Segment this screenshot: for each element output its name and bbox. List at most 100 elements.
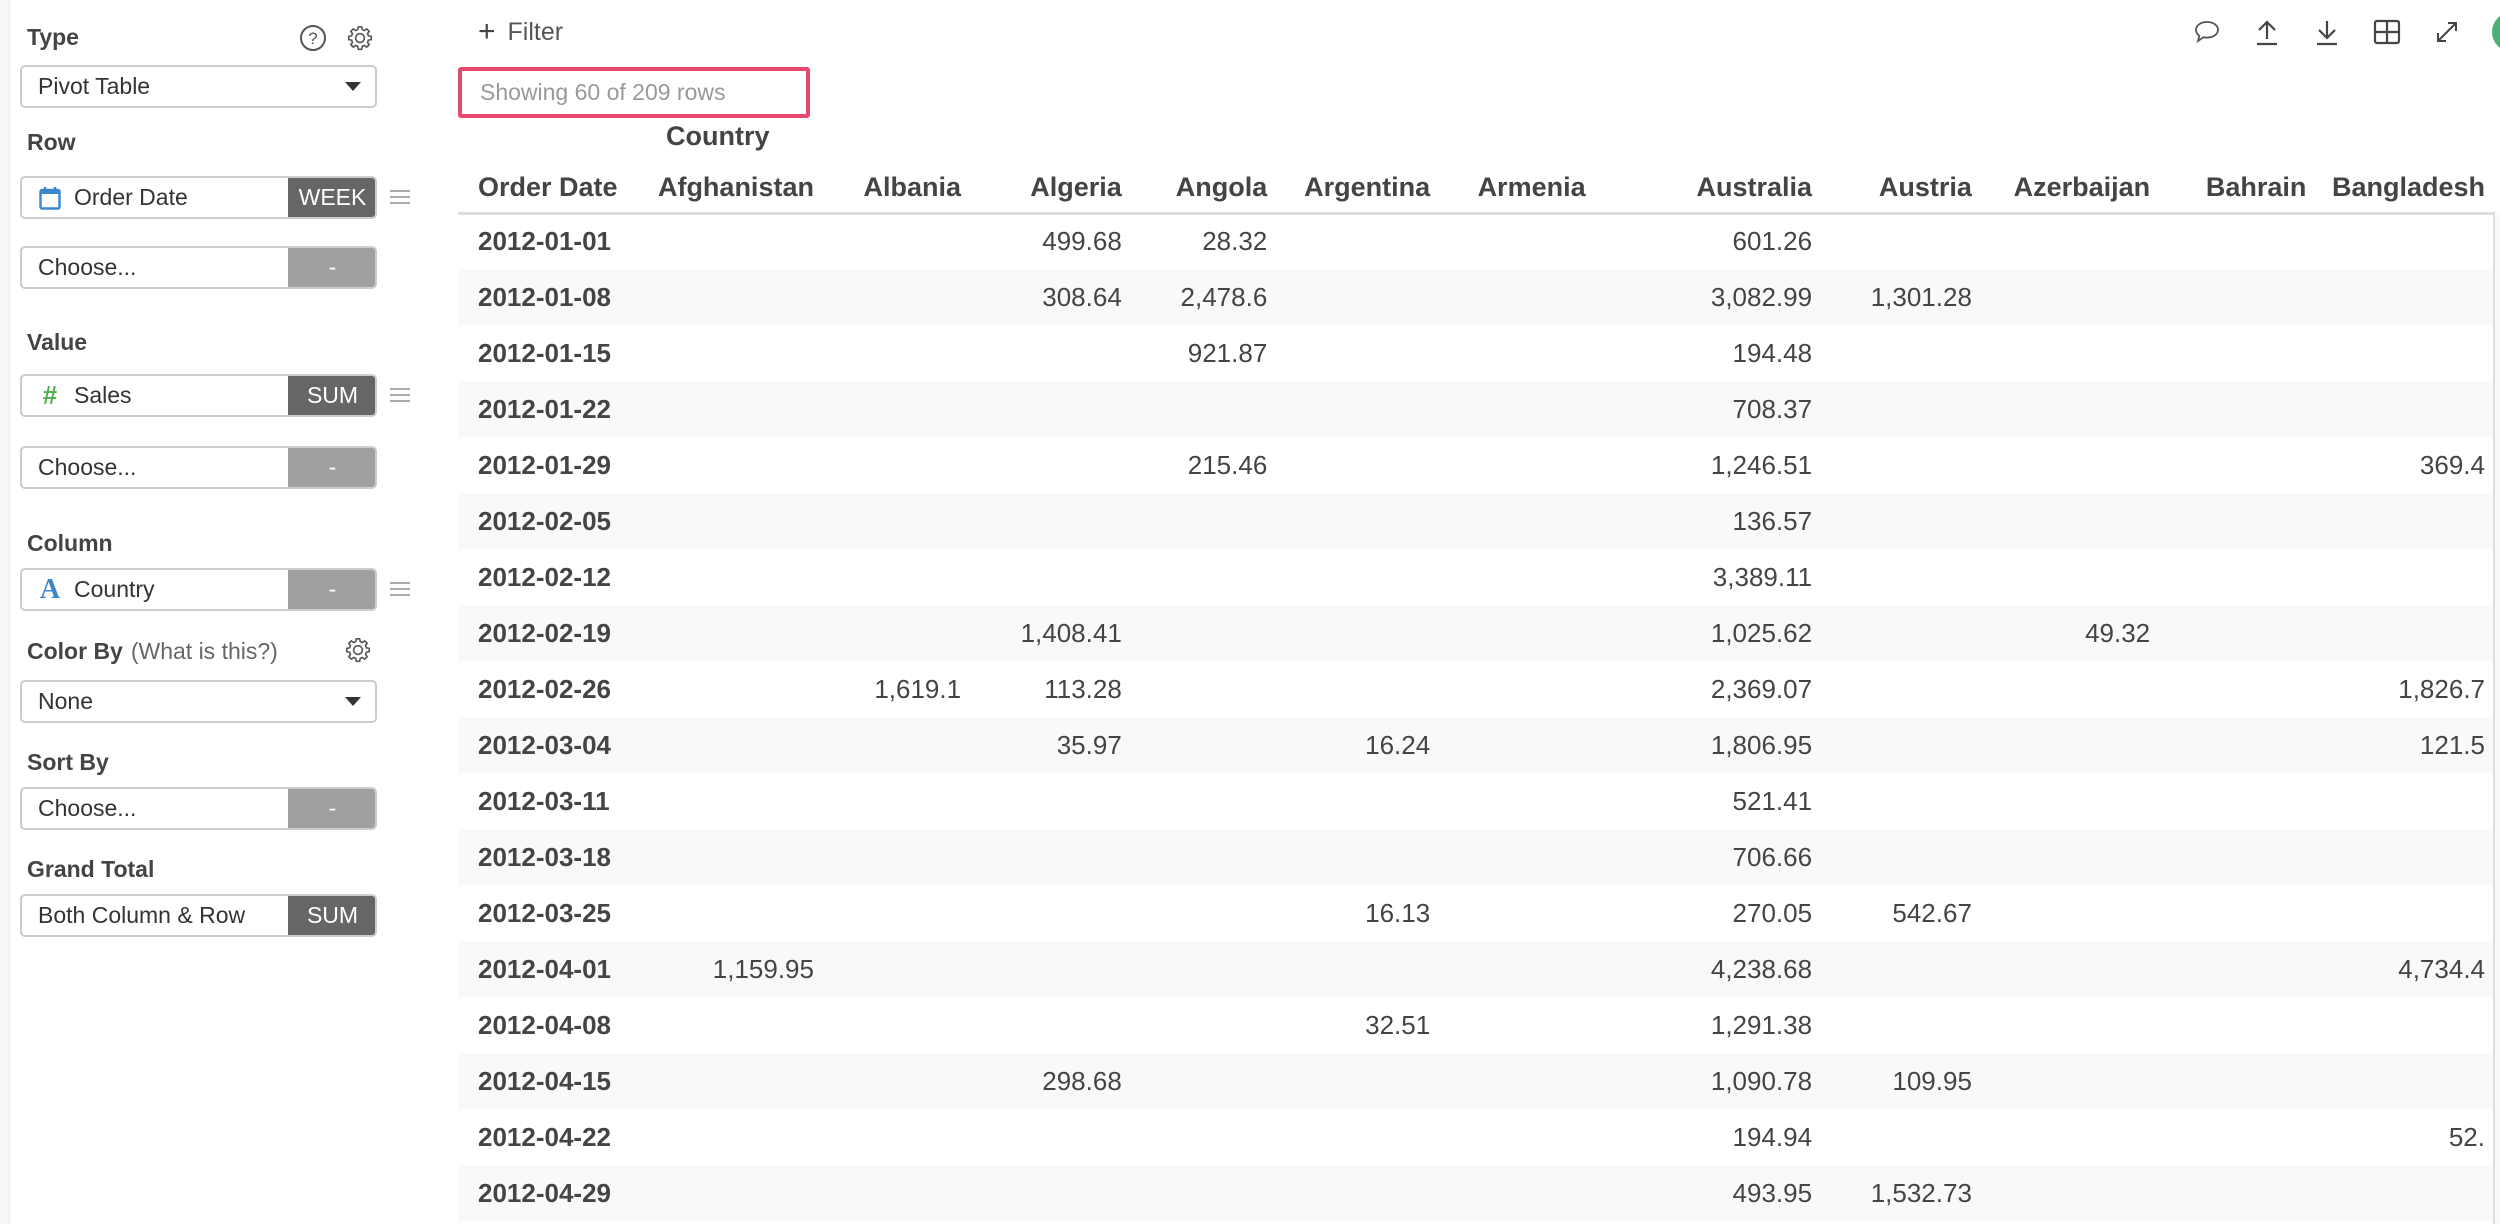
- value-cell: [632, 829, 829, 885]
- color-by-help-link[interactable]: (What is this?): [131, 638, 278, 664]
- column-header[interactable]: Argentina: [1282, 163, 1446, 215]
- value-cell: [2165, 1053, 2322, 1109]
- column-header[interactable]: Algeria: [976, 163, 1137, 215]
- column-header[interactable]: Austria: [1827, 163, 1987, 215]
- value-cell: [632, 381, 829, 437]
- value-field-choose[interactable]: Choose... -: [20, 446, 377, 489]
- value-cell: 2,478.6: [1136, 269, 1283, 325]
- value-cell: 1,806.95: [1600, 717, 1828, 773]
- value-cell: [1987, 213, 2165, 269]
- value-cell: [1827, 549, 1987, 605]
- row-header-order-date[interactable]: Order Date: [458, 163, 633, 215]
- value-cell: 1,301.28: [1827, 269, 1987, 325]
- column-field-country[interactable]: A Country -: [20, 568, 377, 611]
- column-header[interactable]: Albania: [828, 163, 977, 215]
- value-cell: 121.5: [2321, 717, 2500, 773]
- chart-config-sidebar: Type ? Pivot Table Row Order Date WEEK C…: [10, 0, 440, 1224]
- value-cell: [1986, 1053, 2166, 1109]
- expand-button[interactable]: [2430, 14, 2464, 50]
- grand-total-field[interactable]: Both Column & Row SUM: [20, 894, 377, 937]
- type-settings-button[interactable]: [344, 22, 376, 54]
- table-row: 2012-01-15 921.87 194.48: [458, 325, 2500, 381]
- comment-button[interactable]: [2190, 14, 2224, 50]
- value-field-sales[interactable]: # Sales SUM: [20, 374, 377, 417]
- table-row: 2012-04-29 493.95 1,532.73: [458, 1165, 2500, 1221]
- color-by-settings-button[interactable]: [342, 634, 374, 666]
- value-aggregation-button[interactable]: SUM: [288, 376, 375, 415]
- column-header[interactable]: Australia: [1600, 163, 1828, 215]
- value-cell: [1827, 605, 1987, 661]
- value-drag-handle[interactable]: [390, 388, 410, 402]
- column-drag-handle[interactable]: [390, 582, 410, 596]
- value-cell: [828, 605, 977, 661]
- value-cell: [828, 829, 977, 885]
- row-date-cell: 2012-01-01: [478, 226, 611, 257]
- sort-by-agg-button[interactable]: -: [288, 789, 375, 828]
- value-cell: [976, 829, 1137, 885]
- type-select[interactable]: Pivot Table: [20, 65, 377, 108]
- value-cell: [1445, 941, 1601, 997]
- value-cell: [1445, 325, 1600, 381]
- upload-button[interactable]: [2250, 14, 2284, 50]
- value-cell: [1827, 325, 1987, 381]
- value-cell: [632, 717, 829, 773]
- value-cell: [2165, 941, 2322, 997]
- value-cell: [1445, 213, 1600, 269]
- grand-total-agg-button[interactable]: SUM: [288, 896, 375, 935]
- value-cell: [2165, 437, 2321, 493]
- value-cell: [633, 997, 829, 1053]
- value-cell: [633, 661, 829, 717]
- column-header[interactable]: Armenia: [1445, 163, 1601, 215]
- value-cell: 194.94: [1732, 1121, 1813, 1152]
- value-cell: 32.51: [1365, 1009, 1431, 1040]
- value-cell: 1,246.51: [1710, 449, 1813, 480]
- caret-down-icon: [345, 82, 361, 91]
- value-cell: [1136, 941, 1283, 997]
- sort-by-field[interactable]: Choose... -: [20, 787, 377, 830]
- color-by-select[interactable]: None: [20, 680, 377, 723]
- column-header[interactable]: Afghanistan: [632, 163, 829, 215]
- column-header[interactable]: Angola: [1136, 163, 1283, 215]
- column-header[interactable]: Bangladesh: [2321, 163, 2500, 215]
- table-view-button[interactable]: [2370, 14, 2404, 50]
- column-header[interactable]: Azerbaijan: [1986, 163, 2166, 215]
- rows-count-info: Showing 60 of 209 rows: [458, 67, 810, 118]
- value-field-name: Sales: [74, 382, 132, 408]
- row-date-cell: 2012-04-01: [458, 941, 633, 997]
- row-drag-handle[interactable]: [390, 190, 410, 204]
- row-date-cell: 2012-01-22: [458, 381, 633, 437]
- value-choose-agg-button[interactable]: -: [288, 448, 375, 487]
- value-cell: [1987, 661, 2165, 717]
- pivot-table-container: Country Order Date Afghanistan Albania Alg…: [458, 115, 2500, 1224]
- download-button[interactable]: [2310, 14, 2344, 50]
- sort-by-value: Choose...: [38, 795, 137, 821]
- help-button[interactable]: ?: [297, 22, 329, 54]
- column-agg-button[interactable]: -: [288, 570, 375, 609]
- column-header[interactable]: Bahrain: [2165, 163, 2322, 215]
- pivot-table: Order Date Afghanistan Albania Algeria Ango…: [458, 163, 2500, 1221]
- value-cell: [1986, 1165, 2166, 1221]
- value-cell: 499.68: [1042, 226, 1122, 257]
- value-cell: [2165, 213, 2321, 269]
- row-field-choose[interactable]: Choose... -: [20, 246, 377, 289]
- column-field-name: Country: [74, 576, 155, 602]
- row-choose-agg-button[interactable]: -: [288, 248, 375, 287]
- user-avatar[interactable]: [2492, 12, 2500, 52]
- value-cell: [2321, 885, 2500, 941]
- value-cell: 1,408.41: [976, 605, 1137, 661]
- value-cell: [2165, 605, 2322, 661]
- value-cell: [1986, 829, 2166, 885]
- value-cell: [1986, 493, 2166, 549]
- row-date-cell: 2012-03-18: [458, 829, 633, 885]
- value-cell: [828, 717, 977, 773]
- row-field-order-date[interactable]: Order Date WEEK: [20, 176, 377, 219]
- value-cell: [1137, 773, 1282, 829]
- row-aggregation-button[interactable]: WEEK: [288, 178, 375, 217]
- value-cell: [1282, 661, 1445, 717]
- gear-icon: [345, 637, 371, 663]
- add-filter-button[interactable]: + Filter: [478, 14, 563, 50]
- value-cell: [1987, 997, 2165, 1053]
- vertical-scrollbar[interactable]: [2493, 212, 2500, 1224]
- value-cell: [829, 325, 976, 381]
- color-by-value: None: [38, 688, 93, 714]
